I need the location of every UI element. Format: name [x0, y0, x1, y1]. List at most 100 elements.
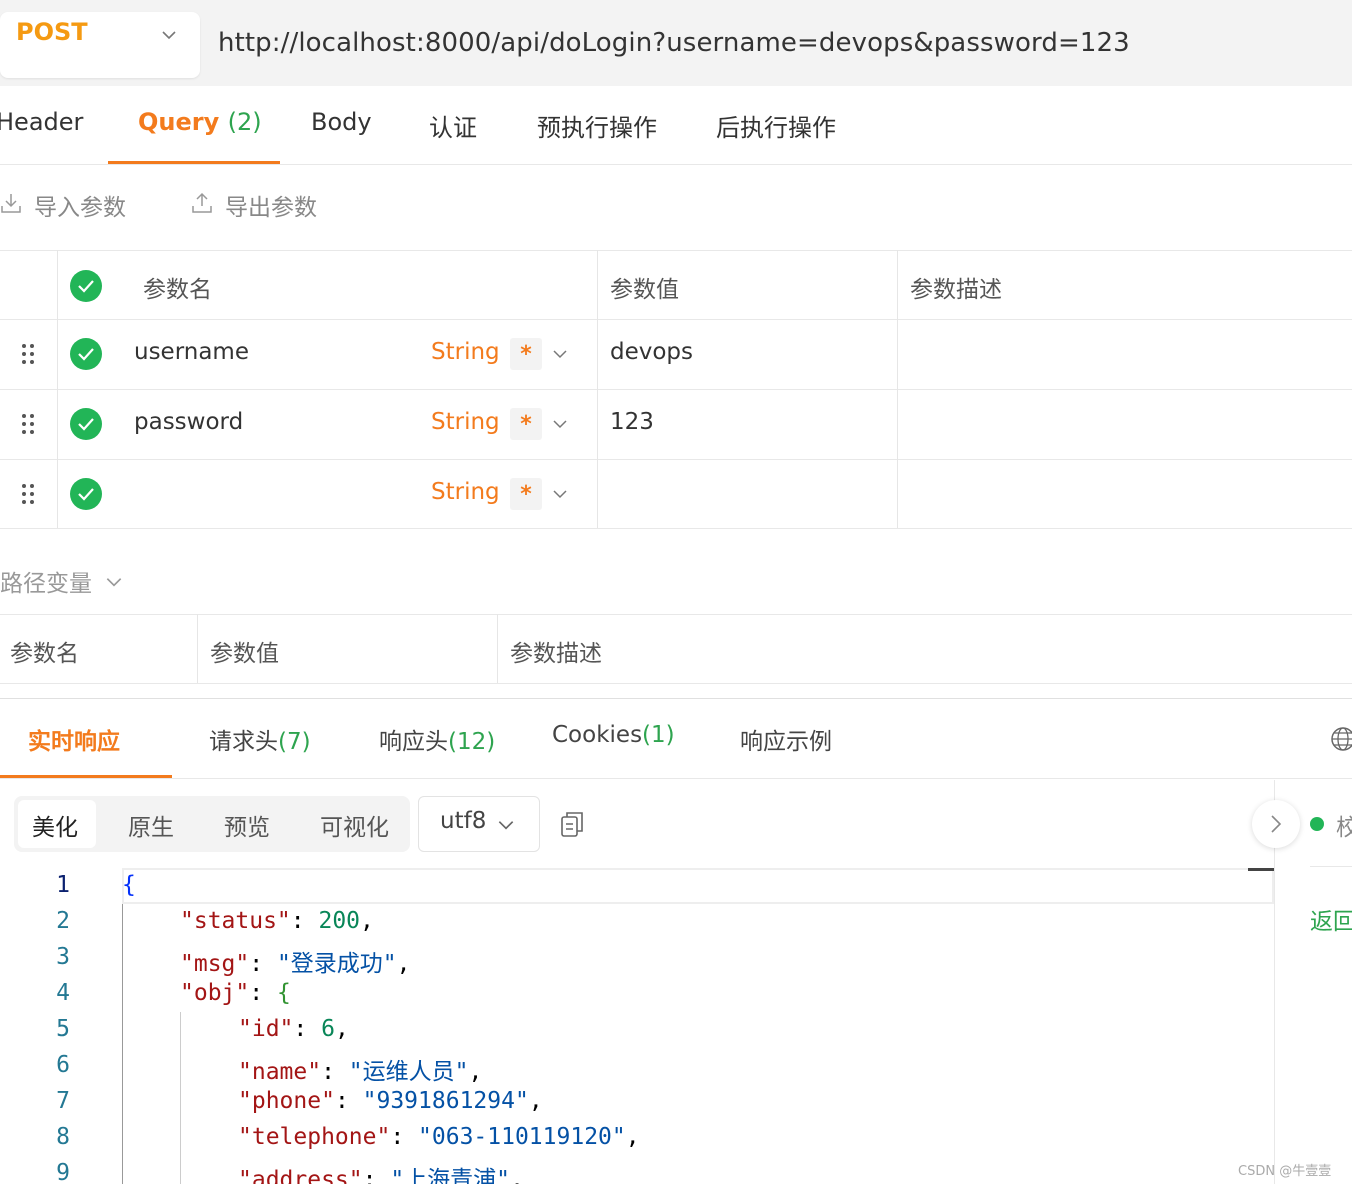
chevron-down-icon[interactable]: [104, 572, 124, 592]
row-checkbox[interactable]: [70, 338, 102, 370]
path-vars-title[interactable]: 路径变量: [0, 564, 92, 598]
line-number: 3: [56, 944, 70, 970]
mode-pretty[interactable]: 美化: [32, 808, 78, 842]
indent-guide: [180, 1012, 181, 1184]
code-line: "telephone": "063-110119120",: [238, 1124, 640, 1150]
section-divider: [0, 698, 1352, 699]
table-border: [0, 528, 1352, 529]
line-number: 2: [56, 908, 70, 934]
import-params-button[interactable]: 导入参数: [34, 188, 126, 222]
mode-raw[interactable]: 原生: [128, 808, 174, 842]
tab-query[interactable]: Query (2): [138, 108, 262, 136]
indent-guide: [122, 904, 123, 1184]
side-return-text[interactable]: 返回: [1310, 902, 1352, 936]
tab-response-example[interactable]: 响应示例: [740, 722, 832, 756]
drag-handle-icon[interactable]: [21, 483, 35, 505]
tab-auth[interactable]: 认证: [429, 108, 477, 143]
param-name[interactable]: username: [134, 339, 249, 365]
drag-handle-icon[interactable]: [21, 343, 35, 365]
side-status-text: 校: [1336, 815, 1352, 841]
row-checkbox[interactable]: [70, 408, 102, 440]
table-border: [57, 250, 58, 528]
param-type[interactable]: String: [431, 339, 500, 365]
table-border: [0, 459, 1352, 460]
line-number: 7: [56, 1088, 70, 1114]
tab-cookies[interactable]: Cookies(1): [552, 722, 675, 748]
param-name[interactable]: password: [134, 409, 243, 435]
code-line: "obj": {: [180, 980, 291, 1006]
line-number: 5: [56, 1016, 70, 1042]
tab-response-headers[interactable]: 响应头(12): [379, 722, 495, 756]
mode-preview[interactable]: 预览: [224, 808, 270, 842]
export-params-button[interactable]: 导出参数: [225, 188, 317, 222]
line-number: 1: [56, 872, 70, 898]
col-header-value: 参数值: [610, 277, 679, 303]
table-border: [897, 250, 898, 528]
current-line-highlight: [122, 868, 1274, 904]
path-col-desc: 参数描述: [510, 641, 602, 667]
code-line: "name": "运维人员",: [238, 1059, 483, 1085]
drag-handle-icon[interactable]: [21, 413, 35, 435]
scroll-marker: [1248, 868, 1274, 871]
encoding-label: utf8: [440, 808, 487, 834]
code-line: "phone": "9391861294",: [238, 1088, 543, 1114]
divider: [0, 778, 1352, 779]
code-line: "msg": "登录成功",: [180, 951, 411, 977]
line-number: 9: [56, 1160, 70, 1184]
table-border: [0, 683, 1352, 684]
table-border: [497, 614, 498, 683]
tab-pre-script[interactable]: 预执行操作: [537, 108, 657, 143]
tab-body[interactable]: Body: [311, 108, 372, 136]
path-col-name: 参数名: [10, 641, 79, 667]
param-value[interactable]: 123: [610, 409, 654, 435]
required-toggle[interactable]: *: [510, 338, 542, 370]
param-type[interactable]: String: [431, 409, 500, 435]
chevron-down-icon[interactable]: [551, 345, 569, 363]
expand-panel-button[interactable]: [1252, 800, 1300, 848]
col-header-desc: 参数描述: [910, 277, 1002, 303]
line-number: 8: [56, 1124, 70, 1150]
code-line: "status": 200,: [180, 908, 374, 934]
status-dot: [1310, 817, 1324, 831]
chevron-down-icon[interactable]: [551, 415, 569, 433]
line-number: 6: [56, 1052, 70, 1078]
chevron-down-icon[interactable]: [551, 485, 569, 503]
tab-request-headers[interactable]: 请求头(7): [209, 722, 311, 756]
col-header-name: 参数名: [143, 277, 212, 303]
required-toggle[interactable]: *: [510, 408, 542, 440]
table-border: [0, 389, 1352, 390]
check-icon: [78, 418, 94, 431]
watermark: CSDN @牛壹壹: [1238, 1164, 1332, 1179]
divider: [1310, 866, 1352, 867]
tab-post-script[interactable]: 后执行操作: [716, 108, 836, 143]
select-all-checkbox[interactable]: [70, 270, 102, 302]
code-line: {: [122, 872, 136, 898]
table-border: [197, 614, 198, 683]
required-toggle[interactable]: *: [510, 478, 542, 510]
mode-visualize[interactable]: 可视化: [320, 808, 389, 842]
chevron-down-icon: [162, 31, 176, 40]
check-icon: [78, 488, 94, 501]
check-icon: [78, 280, 94, 293]
line-number: 4: [56, 980, 70, 1006]
param-type[interactable]: String: [431, 479, 500, 505]
table-border: [0, 319, 1352, 320]
url-input[interactable]: http://localhost:8000/api/doLogin?userna…: [218, 28, 1130, 58]
code-line: "address": "上海青浦",: [238, 1167, 524, 1184]
chevron-right-icon: [1271, 815, 1282, 833]
copy-icon[interactable]: [560, 810, 584, 838]
upload-icon: [192, 192, 212, 213]
row-checkbox[interactable]: [70, 478, 102, 510]
tab-header[interactable]: Header: [0, 108, 83, 136]
download-icon: [1, 194, 21, 213]
divider: [0, 164, 1352, 165]
code-line: "id": 6,: [238, 1016, 349, 1042]
path-col-value: 参数值: [210, 641, 279, 667]
check-icon: [78, 348, 94, 361]
method-label: POST: [16, 18, 88, 46]
globe-icon[interactable]: [1330, 726, 1352, 752]
param-value[interactable]: devops: [610, 339, 693, 365]
tab-live-response[interactable]: 实时响应: [28, 722, 120, 756]
chevron-down-icon: [498, 821, 514, 830]
table-border: [0, 250, 1352, 251]
